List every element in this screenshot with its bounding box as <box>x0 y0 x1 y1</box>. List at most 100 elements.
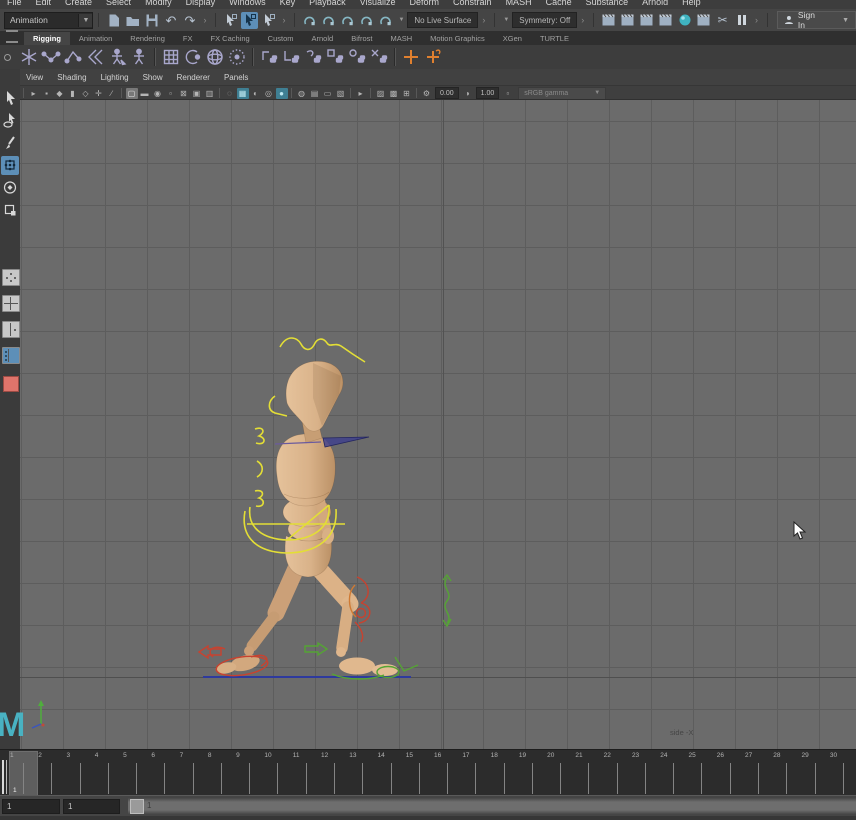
wrap-deformer-icon[interactable] <box>204 46 226 68</box>
ik-handle-icon[interactable] <box>62 46 84 68</box>
new-scene-icon[interactable] <box>105 12 122 29</box>
front-leg[interactable] <box>312 561 398 676</box>
menu-substance[interactable]: Substance <box>579 0 636 9</box>
shadows-icon[interactable]: ◐ <box>250 88 262 99</box>
open-scene-icon[interactable] <box>124 12 141 29</box>
exposure-field[interactable]: 0.00 <box>435 87 459 99</box>
resolution-gate-icon[interactable]: ▭ <box>322 88 334 99</box>
menu-select[interactable]: Select <box>99 0 138 9</box>
isolate-select-icon[interactable]: ◍ <box>296 88 308 99</box>
softmod-icon[interactable] <box>226 46 248 68</box>
render-settings-icon[interactable] <box>600 12 617 29</box>
menubar[interactable]: FileEditCreateSelectModifyDisplayWindows… <box>0 0 856 9</box>
insert-joint-icon[interactable] <box>40 46 62 68</box>
menu-deform[interactable]: Deform <box>403 0 447 9</box>
flat-shade-icon[interactable]: ▫ <box>165 88 177 99</box>
xray-joints-icon[interactable]: ▩ <box>388 88 400 99</box>
menu-key[interactable]: Key <box>273 0 303 9</box>
shelf-handle-icon[interactable] <box>4 54 11 61</box>
smooth-shade-icon[interactable]: ▬ <box>139 88 151 99</box>
live-surface-field[interactable]: No Live Surface <box>407 12 478 28</box>
green-controls[interactable] <box>305 575 451 679</box>
scale-constraint-icon[interactable] <box>368 46 390 68</box>
annotation-icon[interactable] <box>422 46 444 68</box>
aim-constraint-icon[interactable] <box>324 46 346 68</box>
split-pane-layout[interactable] <box>2 321 20 338</box>
create-joint-icon[interactable] <box>18 46 40 68</box>
menu-display[interactable]: Display <box>179 0 223 9</box>
lasso-tool[interactable] <box>1 111 19 130</box>
panel-menu-renderer[interactable]: Renderer <box>171 73 216 82</box>
shelf-tab-xgen[interactable]: XGen <box>494 32 531 45</box>
shelf-tab-rendering[interactable]: Rendering <box>121 32 174 45</box>
cluster-icon[interactable] <box>182 46 204 68</box>
grease-pencil-icon[interactable]: ∕ <box>106 88 118 99</box>
field-chart-icon[interactable]: ▤ <box>309 88 321 99</box>
menu-constrain[interactable]: Constrain <box>446 0 499 9</box>
menu-visualize[interactable]: Visualize <box>353 0 403 9</box>
pole-vector-icon[interactable] <box>346 46 368 68</box>
panel-menu-panels[interactable]: Panels <box>218 73 254 82</box>
cut-icon[interactable]: ✂ <box>714 12 731 29</box>
shelf-tab-motion-graphics[interactable]: Motion Graphics <box>421 32 494 45</box>
shelf-tab-mash[interactable]: MASH <box>381 32 421 45</box>
image-plane-icon[interactable]: ◇ <box>80 88 92 99</box>
select-tool[interactable] <box>1 88 19 107</box>
menu-cache[interactable]: Cache <box>539 0 579 9</box>
move-tool[interactable] <box>1 156 19 175</box>
render-clapper-icon[interactable] <box>657 12 674 29</box>
camera-attributes-icon[interactable]: ◆ <box>54 88 66 99</box>
lighting-default-icon[interactable]: ▦ <box>237 88 249 99</box>
chevron-down-icon[interactable]: ▼ <box>398 17 404 23</box>
shelf-tab-arnold[interactable]: Arnold <box>303 32 343 45</box>
shelf-tab-bifrost[interactable]: Bifrost <box>342 32 381 45</box>
time-slider[interactable]: 1 12345678910111213141516171819202122232… <box>0 749 856 796</box>
quick-rig-icon[interactable] <box>106 46 128 68</box>
range-start-handle[interactable] <box>130 799 144 814</box>
menu-set-dropdown[interactable]: Animation ▼ <box>4 12 93 29</box>
panel-menu-lighting[interactable]: Lighting <box>95 73 135 82</box>
orient-constraint-icon[interactable] <box>302 46 324 68</box>
character-rig[interactable] <box>185 326 470 691</box>
gamma-field[interactable]: 1.00 <box>476 87 500 99</box>
chevron-down-icon[interactable]: ▼ <box>842 17 849 24</box>
chevron-down-icon[interactable]: ▼ <box>78 14 92 27</box>
range-slider[interactable]: 1 <box>128 798 856 814</box>
menu-mash[interactable]: MASH <box>499 0 539 9</box>
bookmark-icon[interactable]: ▮ <box>67 88 79 99</box>
shelf-tab-turtle[interactable]: TURTLE <box>531 32 578 45</box>
layout-swatch-red[interactable] <box>3 376 19 392</box>
outliner-persp-layout[interactable] <box>2 347 20 364</box>
shelf-tab-custom[interactable]: Custom <box>259 32 303 45</box>
panel-menu-view[interactable]: View <box>20 73 49 82</box>
viewport[interactable]: side -X <box>20 99 856 750</box>
locator-icon[interactable] <box>400 46 422 68</box>
panel-menu-show[interactable]: Show <box>137 73 169 82</box>
material-icon[interactable]: ▥ <box>204 88 216 99</box>
screen-space-icon[interactable]: ⊞ <box>401 88 413 99</box>
gamma-icon[interactable]: ◑ <box>461 88 473 99</box>
back-leg[interactable] <box>215 564 298 675</box>
colorspace-dropdown[interactable]: sRGB gamma ▼ <box>518 87 606 100</box>
snap-view-planes-icon[interactable] <box>377 12 394 29</box>
motion-blur-icon[interactable]: ● <box>276 88 288 99</box>
sequence-render-icon[interactable] <box>695 12 712 29</box>
shelf-tab-fx-caching[interactable]: FX Caching <box>201 32 258 45</box>
render-region-icon[interactable] <box>638 12 655 29</box>
snap-projected-center-icon[interactable] <box>358 12 375 29</box>
pan-zoom-icon[interactable]: ✛ <box>93 88 105 99</box>
render-frame-icon[interactable] <box>619 12 636 29</box>
menu-file[interactable]: File <box>0 0 29 9</box>
select-obj-icon[interactable]: ▸ <box>355 88 367 99</box>
head[interactable] <box>286 361 343 431</box>
menu-create[interactable]: Create <box>58 0 99 9</box>
xray-icon[interactable]: ▨ <box>375 88 387 99</box>
snap-points-icon[interactable] <box>339 12 356 29</box>
snap-curves-icon[interactable] <box>320 12 337 29</box>
parent-constraint-icon[interactable] <box>258 46 280 68</box>
ik-spline-icon[interactable] <box>84 46 106 68</box>
select-camera-icon[interactable]: ▸ <box>28 88 40 99</box>
save-scene-icon[interactable] <box>143 12 160 29</box>
gate-mask-icon[interactable]: ▧ <box>335 88 347 99</box>
ipr-render-icon[interactable] <box>676 12 693 29</box>
